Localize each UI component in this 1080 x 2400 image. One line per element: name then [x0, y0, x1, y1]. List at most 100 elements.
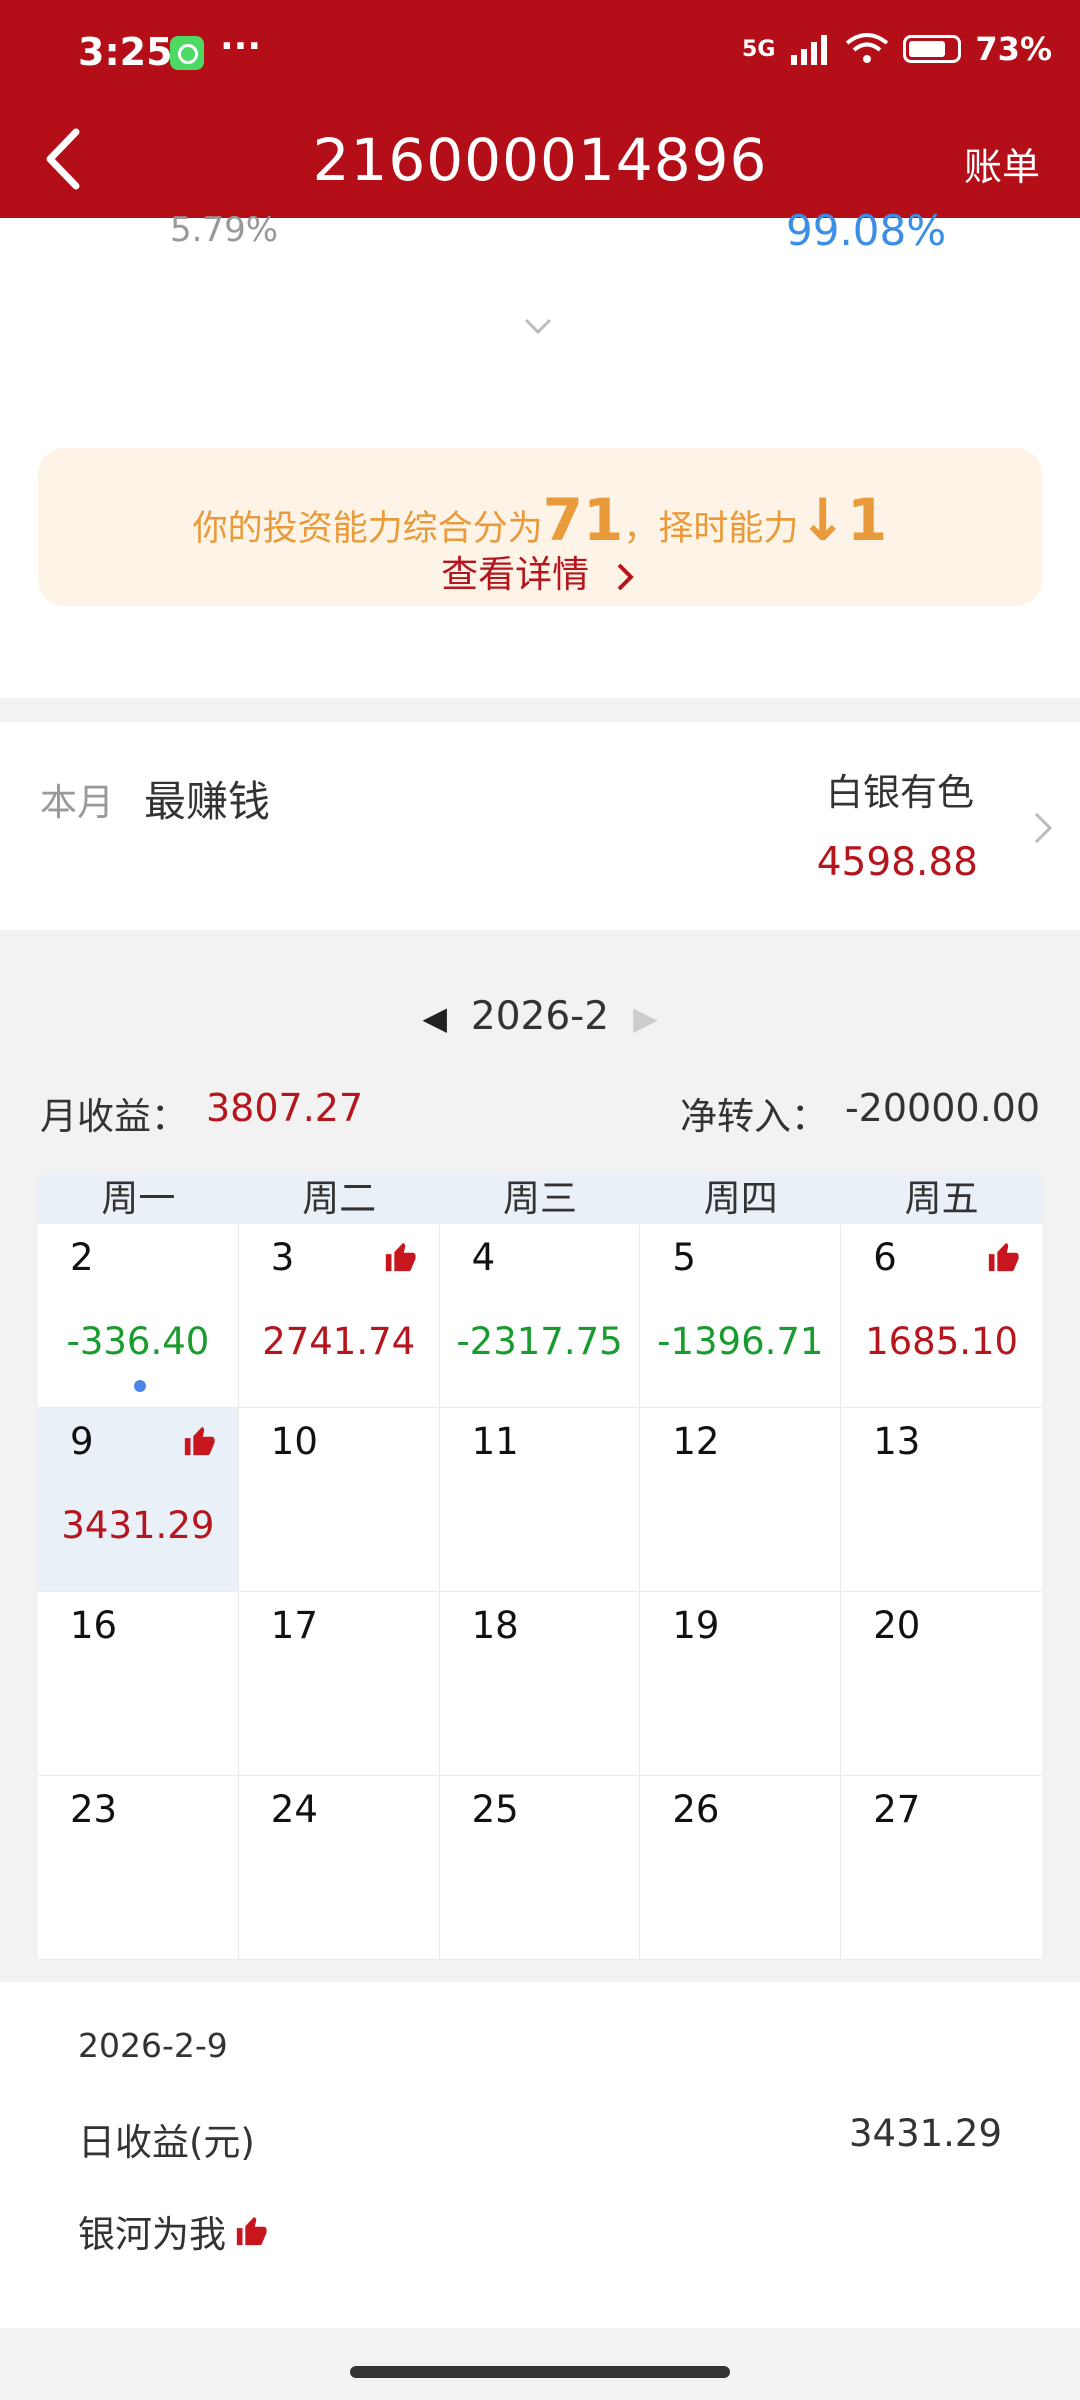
wifi-icon: [846, 33, 889, 63]
best-stock-name: 白银有色: [826, 771, 974, 814]
thumbs-up-icon: [986, 1240, 1020, 1274]
monthly-income-value: 3807.27: [206, 1086, 364, 1130]
calendar-day-cell[interactable]: 13: [841, 1408, 1042, 1592]
thumbs-up-icon: [182, 1424, 216, 1458]
app-notification-icon: [170, 36, 204, 70]
left-percent: 5.79%: [170, 210, 279, 250]
day-number: 4: [471, 1236, 496, 1279]
day-number: 20: [873, 1604, 921, 1647]
chevron-right-icon: [617, 563, 634, 590]
net-transfer-label: 净转入：: [680, 1095, 828, 1138]
chevron-right-icon: [1034, 812, 1053, 844]
monthly-income-label: 月收益：: [40, 1095, 188, 1138]
day-profit: 2741.74: [262, 1320, 416, 1363]
calendar-day-cell[interactable]: 2 -336.40: [38, 1224, 239, 1408]
app-header: 3:25 ··· 5G 73% 216000014896 账单: [0, 0, 1080, 218]
day-number: 17: [270, 1604, 318, 1647]
calendar-day-cell[interactable]: 9 3431.29: [38, 1408, 239, 1592]
calendar-days: 2 -336.40 3 2741.74 4 -2317.75 5 -1396.71 6 1685.…: [38, 1224, 1042, 1960]
day-profit: 1685.10: [865, 1320, 1019, 1363]
calendar-day-cell[interactable]: 26: [640, 1776, 842, 1960]
calendar-day-cell[interactable]: 5 -1396.71: [640, 1224, 842, 1408]
bill-button[interactable]: 账单: [964, 136, 1040, 191]
day-number: 25: [471, 1788, 519, 1831]
right-percent: 99.08%: [786, 206, 947, 255]
day-number: 23: [70, 1788, 118, 1831]
signal-icon: [791, 35, 828, 65]
day-number: 13: [873, 1420, 921, 1463]
day-number: 26: [672, 1788, 720, 1831]
calendar-day-cell[interactable]: 20: [841, 1592, 1042, 1776]
thumbs-up-icon: [383, 1240, 417, 1274]
weekday-label: 周三: [502, 1177, 577, 1220]
weekday-label: 周二: [302, 1177, 377, 1220]
calendar-day-cell[interactable]: 17: [238, 1592, 440, 1776]
weekday-header: 周一 周二 周三 周四 周五: [38, 1174, 1042, 1224]
day-profit: -2317.75: [456, 1320, 623, 1363]
day-number: 12: [672, 1420, 720, 1463]
day-profit: 3431.29: [61, 1504, 215, 1547]
prev-month-button[interactable]: ◀: [422, 999, 447, 1037]
calendar-day-cell[interactable]: 23: [38, 1776, 239, 1960]
day-profit: -336.40: [66, 1320, 210, 1363]
score-mid: ，择时能力: [623, 509, 799, 549]
day-number: 10: [270, 1420, 318, 1463]
thumbs-up-icon: [236, 2216, 267, 2246]
network-label: 5G: [742, 36, 776, 62]
summary-card: 5.79% 99.08% 你的投资能力综合分为71，择时能力↓1 查看详情: [0, 206, 1080, 698]
day-number: 24: [270, 1788, 318, 1831]
day-detail-panel: 2026-2-9 日收益(元) 3431.29 银河为我: [0, 1982, 1080, 2328]
day-number: 18: [471, 1604, 519, 1647]
net-transfer-value: -20000.00: [844, 1086, 1040, 1130]
page-title: 216000014896: [312, 126, 768, 194]
weekday-label: 周一: [101, 1177, 176, 1220]
month-best-row[interactable]: 本月 最赚钱 白银有色 4598.88: [0, 722, 1080, 930]
calendar-day-cell[interactable]: 10: [238, 1408, 440, 1592]
day-number: 19: [672, 1604, 720, 1647]
best-stock-value: 4598.88: [816, 840, 978, 885]
day-number: 11: [471, 1420, 519, 1463]
calendar-day-cell[interactable]: 11: [439, 1408, 641, 1592]
daily-income-label: 日收益(元): [78, 2121, 255, 2164]
day-number: 6: [873, 1236, 897, 1279]
calendar-day-cell[interactable]: 3 2741.74: [238, 1224, 440, 1408]
daily-income-value: 3431.29: [848, 2112, 1002, 2155]
calendar-day-cell[interactable]: 4 -2317.75: [439, 1224, 641, 1408]
day-number: 3: [270, 1236, 295, 1279]
day-number: 2: [70, 1236, 94, 1279]
next-month-button[interactable]: ▶: [633, 999, 658, 1037]
calendar-day-cell[interactable]: 25: [439, 1776, 641, 1960]
battery-percent: 73%: [975, 30, 1052, 68]
calendar-day-cell[interactable]: 19: [640, 1592, 842, 1776]
view-details-label: 查看详情: [441, 553, 590, 596]
status-time: 3:25: [78, 30, 173, 74]
home-indicator[interactable]: [350, 2366, 730, 2378]
battery-icon: [903, 35, 962, 63]
status-indicators: 5G 73%: [742, 30, 1052, 68]
day-number: 16: [70, 1604, 118, 1647]
calendar-section: ◀ 2026-2 ▶ 月收益： 3807.27 净转入： -20000.00 周一 …: [0, 930, 1080, 1980]
month-best-title: 最赚钱: [144, 777, 271, 826]
calendar-day-cell[interactable]: 27: [841, 1776, 1042, 1960]
calendar-grid: 周一 周二 周三 周四 周五 2 -336.40 3 2741.74 4 -2317.75…: [38, 1174, 1042, 1960]
detail-tag: 银河为我: [78, 2204, 268, 2258]
investment-score-banner[interactable]: 你的投资能力综合分为71，择时能力↓1 查看详情: [38, 448, 1042, 606]
chevron-down-icon[interactable]: [520, 308, 556, 344]
day-number: 5: [672, 1236, 696, 1279]
month-navigator: ◀ 2026-2 ▶: [0, 994, 1080, 1039]
calendar-day-cell[interactable]: 18: [439, 1592, 641, 1776]
day-number: 27: [873, 1788, 921, 1831]
calendar-day-cell[interactable]: 16: [38, 1592, 239, 1776]
score-prefix: 你的投资能力综合分为: [192, 509, 543, 549]
weekday-label: 周五: [904, 1177, 979, 1220]
calendar-day-cell[interactable]: 12: [640, 1408, 842, 1592]
view-details-link[interactable]: 查看详情: [38, 544, 1042, 598]
detail-tag-label: 银河为我: [78, 2213, 226, 2256]
calendar-day-cell[interactable]: 24: [238, 1776, 440, 1960]
weekday-label: 周四: [703, 1177, 778, 1220]
status-more-icon: ···: [220, 26, 262, 67]
calendar-day-cell[interactable]: 6 1685.10: [841, 1224, 1042, 1408]
current-month: 2026-2: [470, 994, 610, 1039]
today-dot-indicator: [134, 1380, 146, 1392]
month-label: 本月: [40, 781, 114, 824]
